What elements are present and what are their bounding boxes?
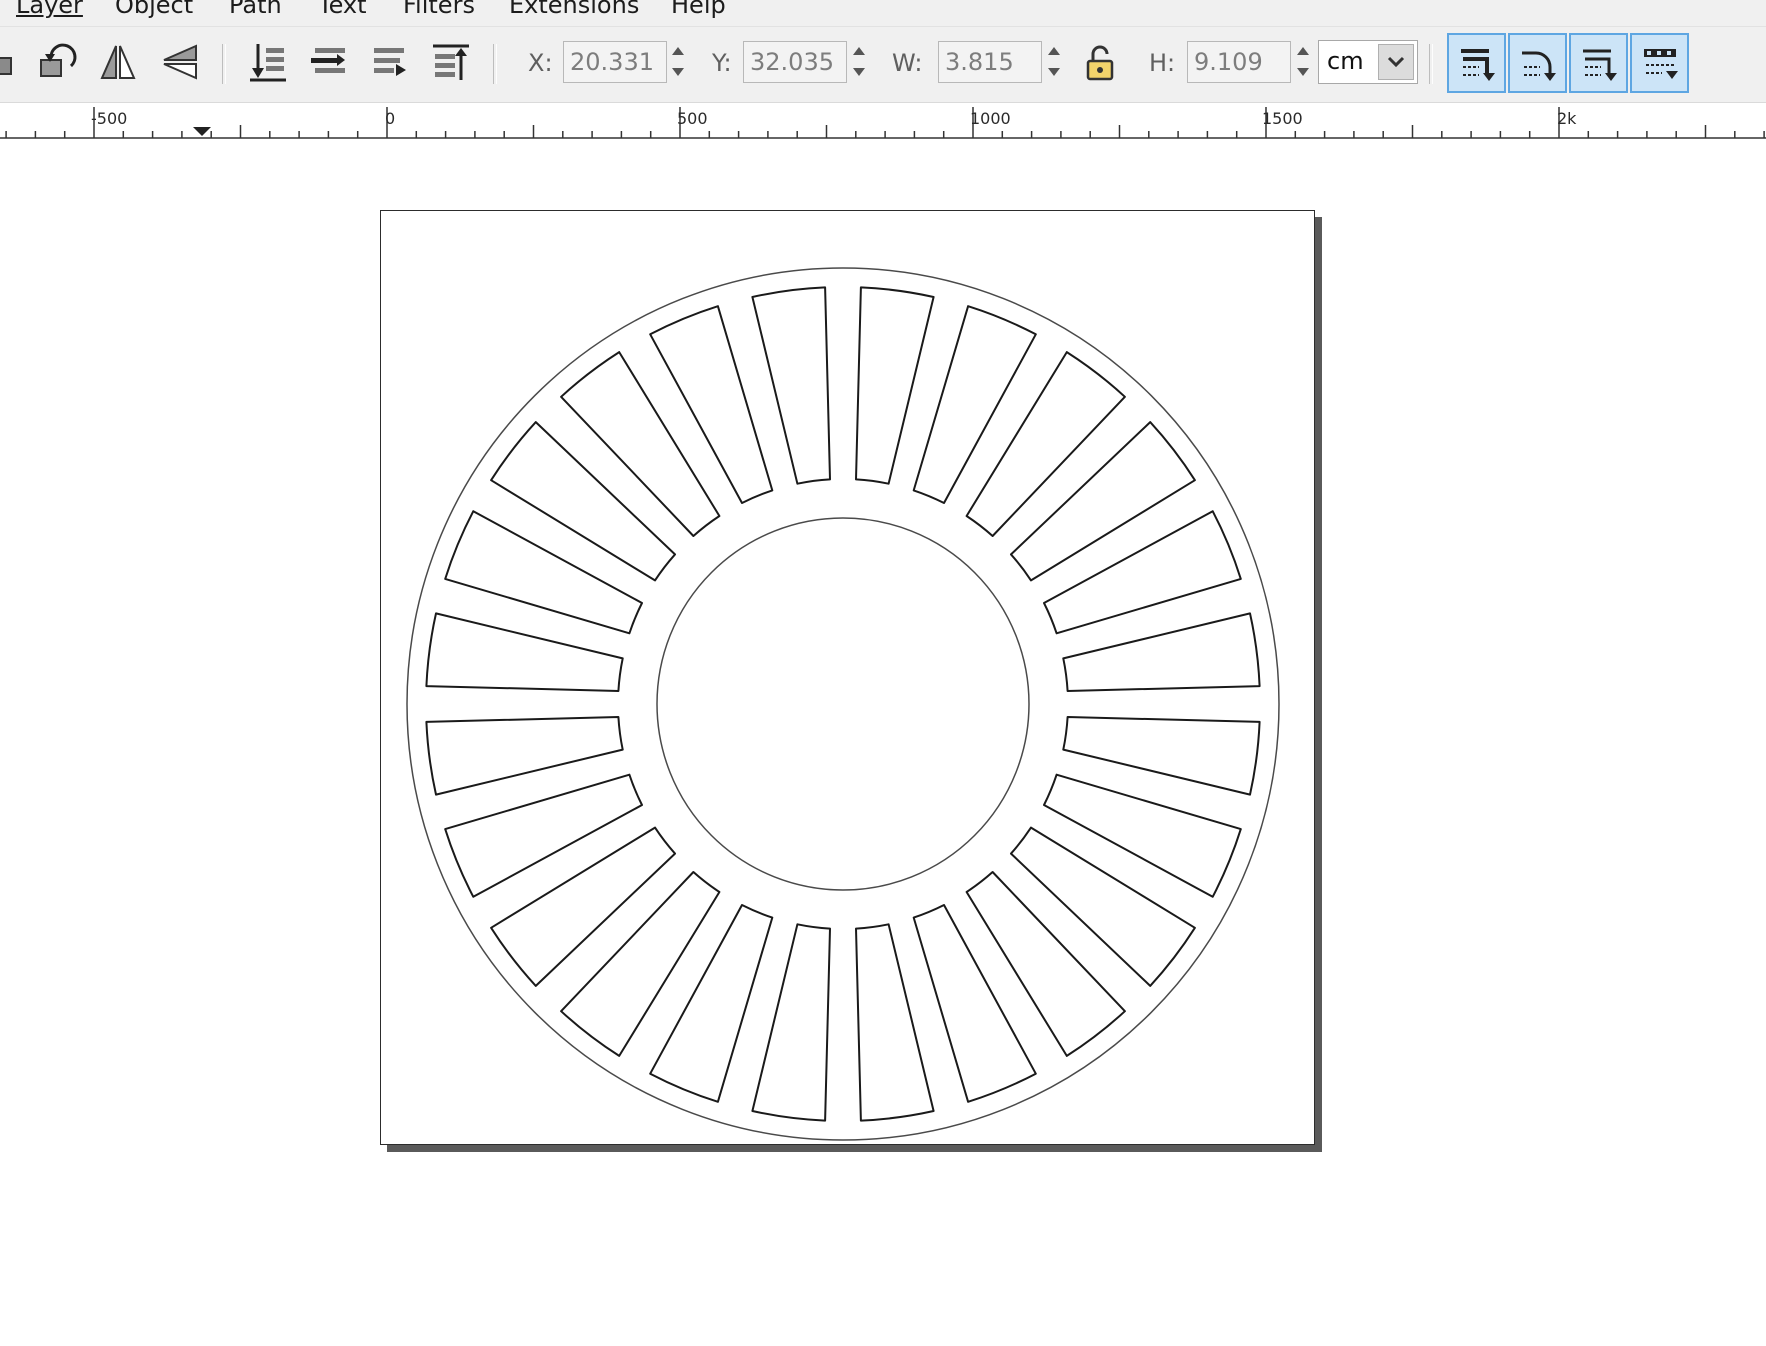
move-patterns-icon[interactable] xyxy=(1630,33,1689,93)
move-gradients-icon[interactable] xyxy=(1569,33,1628,93)
flip-vertical-icon[interactable] xyxy=(157,39,203,85)
ruler-label: -500 xyxy=(91,109,128,128)
pointer-marker-icon xyxy=(193,127,211,136)
menu-filters[interactable]: Filters xyxy=(403,0,475,19)
flip-horizontal-icon[interactable] xyxy=(95,39,141,85)
lock-open-icon[interactable] xyxy=(1077,40,1123,86)
outer-circle[interactable] xyxy=(406,267,1280,1141)
unit-select[interactable]: cm xyxy=(1318,40,1418,84)
spin-up-icon[interactable] xyxy=(1295,41,1311,61)
toolbar-separator xyxy=(1429,44,1433,84)
spin-down-icon[interactable] xyxy=(1046,62,1062,82)
ruler-label: 500 xyxy=(677,109,708,128)
spin-down-icon[interactable] xyxy=(851,62,867,82)
x-field[interactable] xyxy=(563,41,667,83)
ring-slot[interactable] xyxy=(855,286,935,485)
y-spinner[interactable] xyxy=(849,41,869,83)
slot-group[interactable] xyxy=(425,286,1261,1122)
menu-object[interactable]: Object xyxy=(115,0,193,19)
object-tool-icon[interactable] xyxy=(0,39,22,85)
menu-extensions[interactable]: Extensions xyxy=(509,0,639,19)
unit-value: cm xyxy=(1327,47,1364,75)
menu-bar: Layer Object Path Text Filters Extension… xyxy=(0,0,1766,27)
ring-slot[interactable] xyxy=(425,716,624,796)
ruler-label: 0 xyxy=(385,109,396,128)
inner-circle[interactable] xyxy=(656,517,1030,891)
y-field[interactable] xyxy=(743,41,847,83)
lower-icon[interactable] xyxy=(306,39,352,85)
ring-slot[interactable] xyxy=(751,923,831,1122)
ruler-ticks xyxy=(0,107,1766,139)
raise-to-top-icon[interactable] xyxy=(428,39,474,85)
spin-up-icon[interactable] xyxy=(851,41,867,61)
ring-slot[interactable] xyxy=(1062,716,1261,796)
toolbar-separator xyxy=(222,44,226,84)
ring-slot[interactable] xyxy=(751,286,831,485)
h-spinner[interactable] xyxy=(1293,41,1313,83)
chevron-down-icon[interactable] xyxy=(1378,44,1414,80)
rotate-ccw-icon[interactable] xyxy=(34,39,80,85)
y-label: Y: xyxy=(712,49,732,77)
horizontal-ruler[interactable]: -500 0 500 1000 1500 2k xyxy=(0,103,1766,139)
raise-icon[interactable] xyxy=(367,39,413,85)
drawing-canvas[interactable] xyxy=(0,140,1766,1346)
spin-up-icon[interactable] xyxy=(1046,41,1062,61)
ring-slot[interactable] xyxy=(855,923,935,1122)
ring-slot[interactable] xyxy=(1062,612,1261,692)
h-field[interactable] xyxy=(1187,41,1291,83)
ruler-label: 1500 xyxy=(1262,109,1303,128)
ring-slot[interactable] xyxy=(425,612,624,692)
toolbar-separator xyxy=(493,44,497,84)
w-field[interactable] xyxy=(938,41,1042,83)
spin-up-icon[interactable] xyxy=(670,41,686,61)
lower-to-bottom-icon[interactable] xyxy=(245,39,291,85)
w-spinner[interactable] xyxy=(1044,41,1064,83)
h-label: H: xyxy=(1149,49,1176,77)
select-tool-controls-bar: X: Y: W: H: cm xyxy=(0,27,1766,103)
spin-down-icon[interactable] xyxy=(670,62,686,82)
ruler-label: 1000 xyxy=(970,109,1011,128)
x-label: X: xyxy=(528,49,553,77)
scale-corners-icon[interactable] xyxy=(1508,33,1567,93)
scale-stroke-icon[interactable] xyxy=(1447,33,1506,93)
x-spinner[interactable] xyxy=(668,41,688,83)
w-label: W: xyxy=(892,49,923,77)
menu-text[interactable]: Text xyxy=(318,0,367,19)
ruler-label: 2k xyxy=(1557,109,1577,128)
menu-layer[interactable]: Layer xyxy=(16,0,83,19)
ring-drawing[interactable] xyxy=(0,140,1766,1346)
spin-down-icon[interactable] xyxy=(1295,62,1311,82)
menu-path[interactable]: Path xyxy=(229,0,282,19)
menu-help[interactable]: Help xyxy=(671,0,726,19)
